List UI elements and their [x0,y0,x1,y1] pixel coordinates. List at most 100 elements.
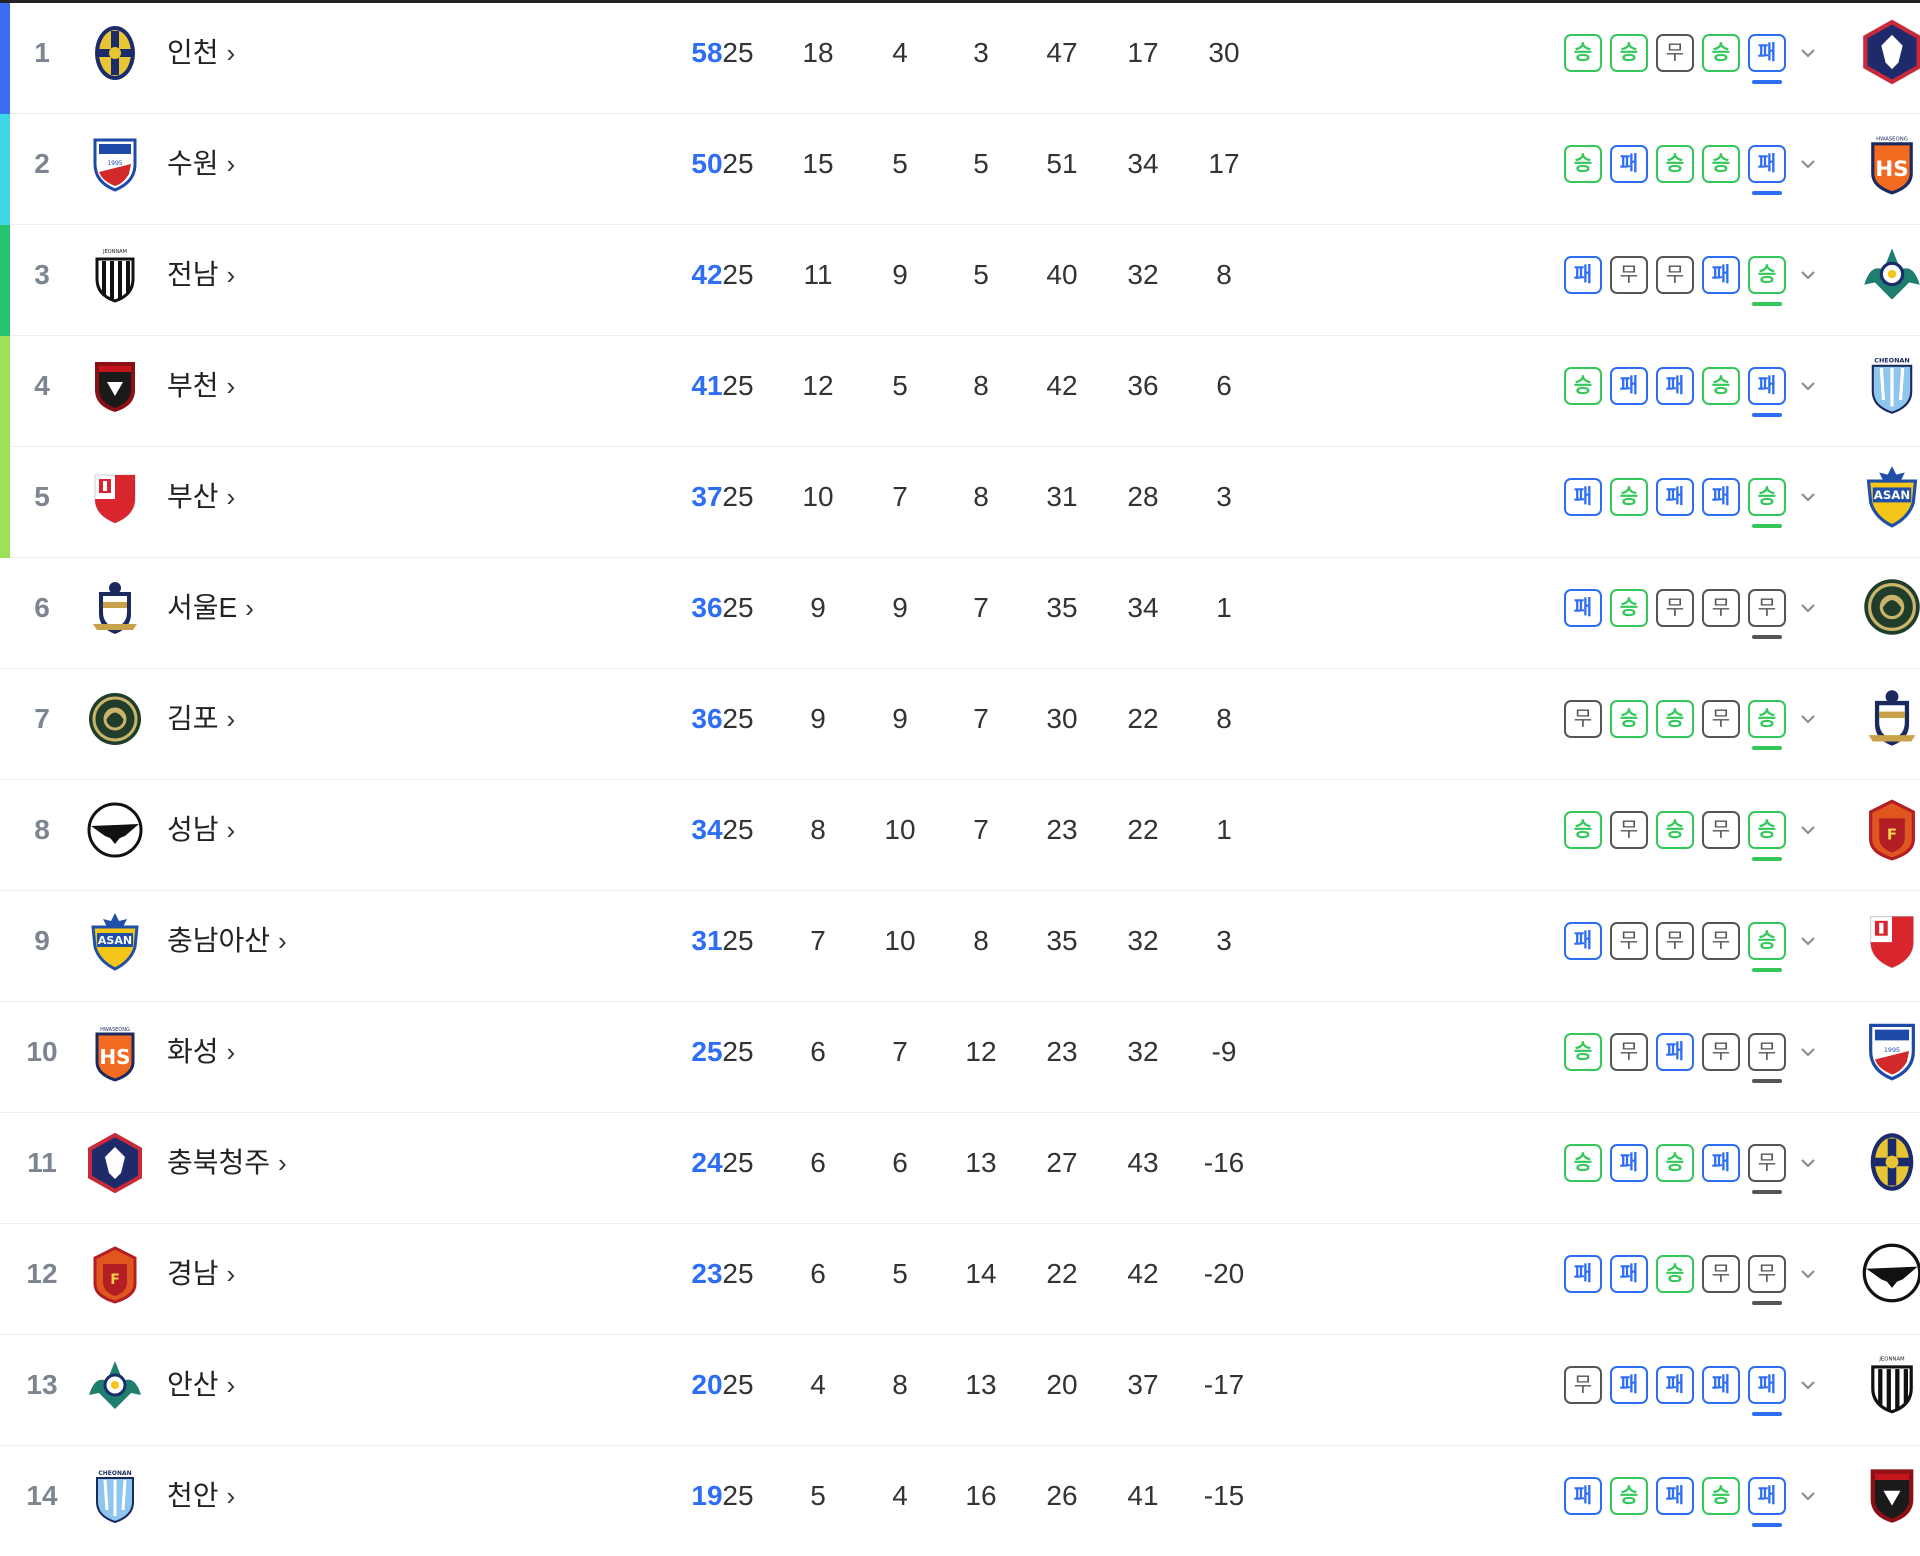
chevron-down-icon[interactable] [1798,1153,1818,1173]
chevron-right-icon: › [226,1259,236,1289]
team-name-link[interactable]: 충남아산 › [167,891,287,1001]
team-name-link[interactable]: 서울E › [167,558,254,668]
svg-text:HS: HS [1875,157,1908,182]
table-row[interactable]: 8 성남 › 34 25 8 10 7 23 22 1 승 무 승 무 승 F [0,780,1920,891]
table-row[interactable]: 2 1995 수원 › 50 25 15 5 5 51 34 17 승 패 승 승 패 HWASEONG HS [0,114,1920,225]
form-badge-win: 승 [1702,1477,1740,1515]
form-badge-draw: 무 [1748,1033,1786,1071]
form-badge-draw: 무 [1564,1366,1602,1404]
chevron-down-icon[interactable] [1798,154,1818,174]
team-name-link[interactable]: 전남 › [167,225,235,335]
chevron-down-icon[interactable] [1798,931,1818,951]
latest-result-indicator [1752,635,1782,639]
form-badge-win: 승 [1564,34,1602,72]
form-badge-win: 승 [1564,1033,1602,1071]
next-opponent-chungnam-asan-crest-icon[interactable]: ASAN [1860,464,1920,530]
chevron-down-icon[interactable] [1798,43,1818,63]
form-badge-loss: 패 [1564,256,1602,294]
table-row[interactable]: 12 F 경남 › 23 25 6 5 14 22 42 -20 패 패 승 무 무 [0,1224,1920,1335]
chevron-right-icon: › [226,1037,236,1067]
chevron-down-icon[interactable] [1798,1375,1818,1395]
team-name: 부천 [167,370,219,401]
svg-text:F: F [1887,826,1897,844]
form-badge-loss: 패 [1610,1144,1648,1182]
table-row[interactable]: 14 CHEONAN 천안 › 19 25 5 4 16 26 41 -15 패 승 패 승 패 [0,1446,1920,1556]
chevron-down-icon[interactable] [1798,487,1818,507]
latest-result-indicator [1752,746,1782,750]
next-opponent-gyeongnam-crest-icon[interactable]: F [1860,797,1920,863]
team-name-link[interactable]: 부산 › [167,447,235,557]
form-badge-draw: 무 [1610,811,1648,849]
rank: 11 [27,1147,57,1178]
chevron-down-icon[interactable] [1798,1486,1818,1506]
next-opponent-seongnam-crest-icon[interactable] [1860,1241,1920,1307]
table-row[interactable]: 5 부산 › 37 25 10 7 8 31 28 3 패 승 패 패 승 ASAN [0,447,1920,558]
chevron-right-icon: › [226,371,236,401]
form-badge-win: 승 [1610,478,1648,516]
team-name-link[interactable]: 성남 › [167,780,235,890]
next-opponent-cheonan-crest-icon[interactable]: CHEONAN [1860,353,1920,419]
team-name-link[interactable]: 화성 › [167,1002,235,1112]
busan-crest-icon [85,467,145,527]
chevron-down-icon[interactable] [1798,1042,1818,1062]
rank: 6 [34,592,50,623]
team-name-link[interactable]: 수원 › [167,114,235,224]
chevron-down-icon[interactable] [1798,265,1818,285]
next-opponent-hwaseong-crest-icon[interactable]: HWASEONG HS [1860,131,1920,197]
chevron-down-icon[interactable] [1798,376,1818,396]
team-name-link[interactable]: 경남 › [167,1224,235,1334]
form-badge-win: 승 [1656,1144,1694,1182]
rank: 1 [34,37,50,68]
stat-gd: -9 [1211,1036,1237,1067]
table-row[interactable]: 3 JEONNAM 전남 › 42 25 11 9 5 40 32 8 패 무 무 패 승 [0,225,1920,336]
form-badge-win: 승 [1656,145,1694,183]
next-opponent-jeonnam-crest-icon[interactable]: JEONNAM [1860,1352,1920,1418]
next-opponent-chungbuk-cheongju-crest-icon[interactable] [1860,19,1920,86]
chevron-right-icon: › [226,815,236,845]
team-name-link[interactable]: 안산 › [167,1335,235,1445]
table-row[interactable]: 13 안산 › 20 25 4 8 13 20 37 -17 무 패 패 패 패 JEONNAM [0,1335,1920,1446]
table-row[interactable]: 10 HWASEONG HS 화성 › 25 25 6 7 12 23 32 -9 승 무 패 무 무 1995 [0,1002,1920,1113]
team-name: 수원 [167,148,219,179]
table-row[interactable]: 9 ASAN 충남아산 › 31 25 7 10 8 35 32 3 패 무 무 무 승 [0,891,1920,1002]
chevron-down-icon[interactable] [1798,709,1818,729]
svg-text:1995: 1995 [107,160,122,167]
form-badge-loss: 패 [1702,1366,1740,1404]
hwaseong-crest-icon: HWASEONG HS [85,1022,145,1082]
table-row[interactable]: 1 인천 › 58 25 18 4 3 47 17 30 승 승 무 승 패 [0,3,1920,114]
form-badge-win: 승 [1748,811,1786,849]
team-name-link[interactable]: 부천 › [167,336,235,446]
latest-result-indicator [1752,413,1782,417]
form-badge-draw: 무 [1564,700,1602,738]
table-row[interactable]: 11 충북청주 › 24 25 6 6 13 27 43 -16 승 패 승 패 무 [0,1113,1920,1224]
latest-result-indicator [1752,191,1782,195]
team-name: 천안 [167,1480,219,1511]
form-badge-win: 승 [1748,922,1786,960]
next-opponent-seoul-e-crest-icon[interactable] [1860,686,1920,752]
team-name-link[interactable]: 천안 › [167,1446,235,1556]
seoul-e-crest-icon [85,578,145,638]
form-badge-draw: 무 [1656,922,1694,960]
next-opponent-gimpo-crest-icon[interactable] [1860,575,1920,641]
next-opponent-suwon-crest-icon[interactable]: 1995 [1860,1019,1920,1085]
table-row[interactable]: 6 서울E › 36 25 9 9 7 35 34 1 패 승 무 무 무 [0,558,1920,669]
next-opponent-incheon-crest-icon[interactable] [1860,1130,1920,1196]
form-badge-win: 승 [1610,700,1648,738]
latest-result-indicator [1752,524,1782,528]
form-badge-draw: 무 [1702,1033,1740,1071]
rank: 13 [26,1369,58,1400]
chevron-down-icon[interactable] [1798,820,1818,840]
latest-result-indicator [1752,1301,1782,1305]
next-opponent-ansan-crest-icon[interactable] [1860,242,1920,308]
chevron-down-icon[interactable] [1798,598,1818,618]
team-name-link[interactable]: 김포 › [167,669,235,779]
next-opponent-busan-crest-icon[interactable] [1860,908,1920,974]
form-badge-loss: 패 [1748,367,1786,405]
team-name-link[interactable]: 인천 › [167,3,235,113]
table-row[interactable]: 4 부천 › 41 25 12 5 8 42 36 6 승 패 패 승 패 CHEONAN [0,336,1920,447]
chevron-down-icon[interactable] [1798,1264,1818,1284]
next-opponent-bucheon-crest-icon[interactable] [1860,1463,1920,1529]
team-name-link[interactable]: 충북청주 › [167,1113,287,1223]
chevron-right-icon: › [226,260,236,290]
table-row[interactable]: 7 김포 › 36 25 9 9 7 30 22 8 무 승 승 무 승 [0,669,1920,780]
